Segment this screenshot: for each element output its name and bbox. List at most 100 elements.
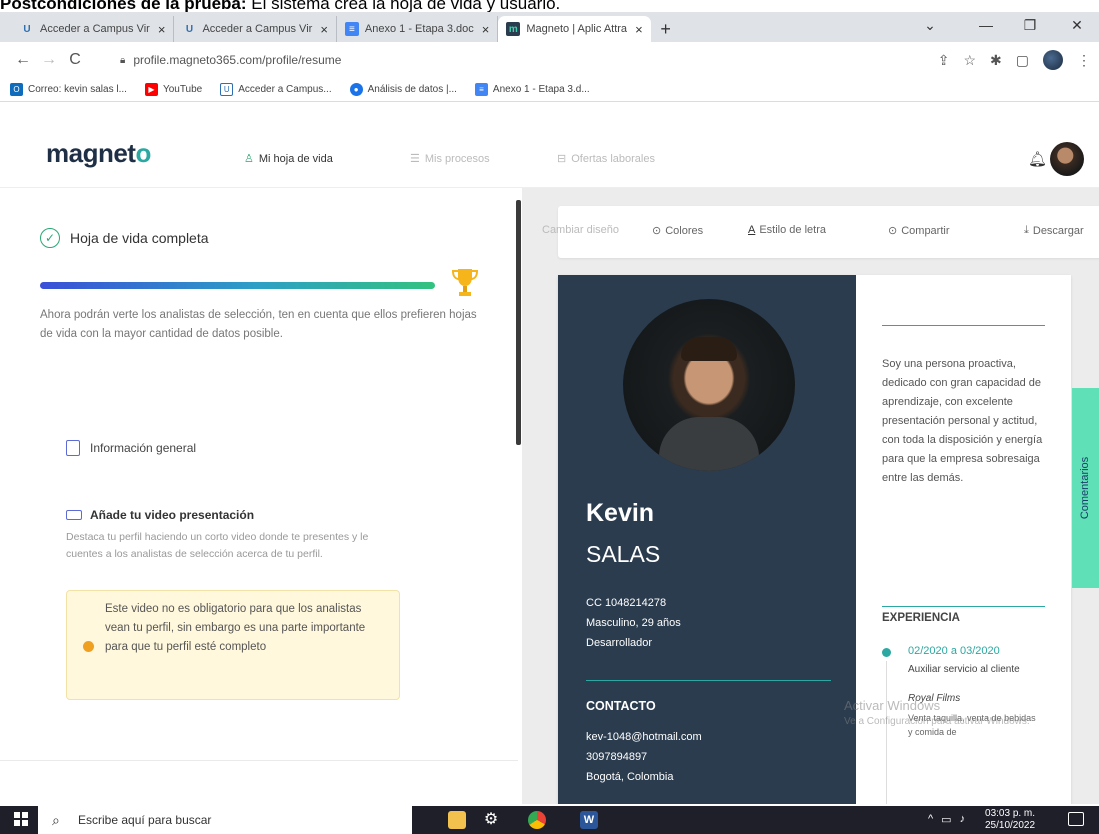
bookmark-label: Anexo 1 - Etapa 3.d... [492,84,590,95]
toolbar-label: Estilo de letra [759,224,826,236]
close-icon[interactable]: × [482,22,490,37]
contact-info: kev-1048@hotmail.com 3097894897 Bogotá, … [586,727,702,787]
nav-label: Mis procesos [424,152,490,165]
nav-mis-procesos[interactable]: ☰ Mis procesos [410,152,490,166]
browser-profile-avatar[interactable] [1043,50,1063,70]
reload-icon[interactable]: C [62,51,88,69]
back-icon[interactable]: ← [10,51,36,69]
close-icon[interactable]: × [158,22,166,37]
url-field[interactable]: 🔒︎ profile.magneto365.com/profile/resume [110,48,880,72]
tab-search-icon[interactable]: ⌄ [908,12,952,38]
restore-icon[interactable]: ❐ [1008,12,1052,38]
minimize-icon[interactable]: — [964,12,1008,38]
share-icon[interactable]: ⇪ [938,52,950,69]
briefcase-icon: ⊟ [557,153,567,165]
gender-age: Masculino, 29 años [586,617,681,629]
campus-icon: U [220,83,234,96]
taskbar-search[interactable]: ⌕ Escribe aquí para buscar [38,806,412,834]
new-tab-icon[interactable]: + [651,16,681,42]
progress-bar [40,282,435,289]
share-icon: ⊙ [888,225,898,237]
bookmark-item[interactable]: ▶ YouTube [144,83,202,96]
star-icon[interactable]: ☆ [963,52,976,69]
toolbar-label: Compartir [901,224,950,237]
chrome-icon: ● [349,83,363,96]
clock[interactable]: 03:03 p. m. 25/10/2022 [985,808,1035,832]
forward-icon[interactable]: → [36,51,62,69]
browser-tab-active[interactable]: m Magneto | Aplic Attra × [498,16,651,42]
phone: 3097894897 [586,751,648,763]
colors-button[interactable]: ⊙ Colores [652,224,704,238]
date: 25/10/2022 [985,820,1036,831]
photo-shirt [659,417,759,471]
volume-icon[interactable]: ♪ [960,813,966,826]
comments-tab[interactable]: Comentarios [1072,388,1099,588]
photo-hair [681,337,737,361]
change-design-button[interactable]: Cambiar diseño [542,224,619,236]
network-icon[interactable]: ▭ [941,813,951,826]
bell-icon[interactable]: 🔔︎ [1028,150,1047,168]
video-icon [66,510,82,520]
extensions-icon[interactable]: ✱ [990,52,1002,69]
magneto-favicon: m [506,22,521,36]
window-close-icon[interactable]: ✕ [1055,12,1099,38]
share-button[interactable]: ⊙ Compartir [888,224,950,238]
left-panel: ✓ Hoja de vida completa Ahora podrán ver… [0,188,520,804]
nav-ofertas-laborales[interactable]: ⊟ Ofertas laborales [557,152,655,166]
section-video-presentation[interactable]: Añade tu video presentación [66,508,254,522]
city: Bogotá, Colombia [586,771,674,783]
download-button[interactable]: ⤓ Descargar [1024,224,1084,237]
scrollbar-thumb[interactable] [516,200,521,445]
time: 03:03 p. m. [985,808,1036,819]
file-explorer-icon[interactable] [448,811,466,829]
browser-tab[interactable]: U Acceder a Campus Vir × [12,16,175,42]
status-text: Hoja de vida completa [70,230,209,246]
first-name: Kevin [586,499,655,527]
system-tray: ^ ▭ ♪ [928,813,965,826]
trophy-icon [451,269,479,296]
close-icon[interactable]: × [635,22,643,37]
toolbar-label: Colores [665,224,704,237]
nav-mi-hoja-de-vida[interactable]: ♙ Mi hoja de vida [244,152,333,166]
divider [882,606,1045,607]
settings-icon[interactable]: ⚙ [482,811,500,829]
about-text: Soy una persona proactiva, dedicado con … [882,358,1043,484]
document-caption: Postcondiciones de la prueba: El sistema… [0,0,560,13]
docs-icon: ≡ [474,83,488,96]
font-style-button[interactable]: A Estilo de letra [748,224,826,236]
notification-icon[interactable] [1068,812,1084,826]
docs-favicon: ≡ [344,22,359,36]
campus-favicon: U [185,23,194,35]
bookmark-item[interactable]: U Acceder a Campus... [220,83,332,96]
bookmark-item[interactable]: O Correo: kevin salas l... [10,83,127,96]
youtube-icon: ▶ [144,83,158,96]
windows-start-icon[interactable] [14,812,28,826]
profile-photo [623,299,795,471]
activate-windows-watermark: Activar Windows Ve a Configuración para … [844,698,1030,730]
experience-date: 02/2020 a 03/2020 [908,645,1000,657]
id-number: CC 1048214278 [586,597,667,609]
close-icon[interactable]: × [320,22,328,37]
contact-heading: CONTACTO [586,699,656,713]
timeline-dot [882,648,891,657]
browser-tab[interactable]: U Acceder a Campus Vir × [174,16,337,42]
resume-toolbar: Cambiar diseño ⊙ Colores A Estilo de letra… [542,206,1099,258]
word-icon[interactable]: W [580,811,598,829]
comments-label: Comentarios [1079,456,1092,520]
tab-label: Magneto | Aplic Attra [526,23,628,35]
menu-icon[interactable]: ⋮ [1077,52,1091,69]
document-icon [66,440,80,456]
toolbar-label: Cambiar diseño [542,224,620,236]
bookmark-item[interactable]: ● Análisis de datos |... [349,83,457,96]
sidepanel-icon[interactable]: ▢ [1016,52,1029,69]
watermark-title: Activar Windows [844,698,941,713]
magneto-logo[interactable]: magneto [46,138,151,169]
chrome-icon[interactable] [528,811,546,829]
section-label: Información general [90,441,197,455]
browser-tab[interactable]: ≡ Anexo 1 - Etapa 3.doc × [337,16,499,42]
magneto-header: magneto ♙ Mi hoja de vida ☰ Mis procesos… [0,132,1099,188]
user-avatar[interactable] [1050,142,1084,176]
section-info-general[interactable]: Información general [66,440,196,456]
bookmark-item[interactable]: ≡ Anexo 1 - Etapa 3.d... [474,83,590,96]
chevron-up-icon[interactable]: ^ [928,813,933,826]
